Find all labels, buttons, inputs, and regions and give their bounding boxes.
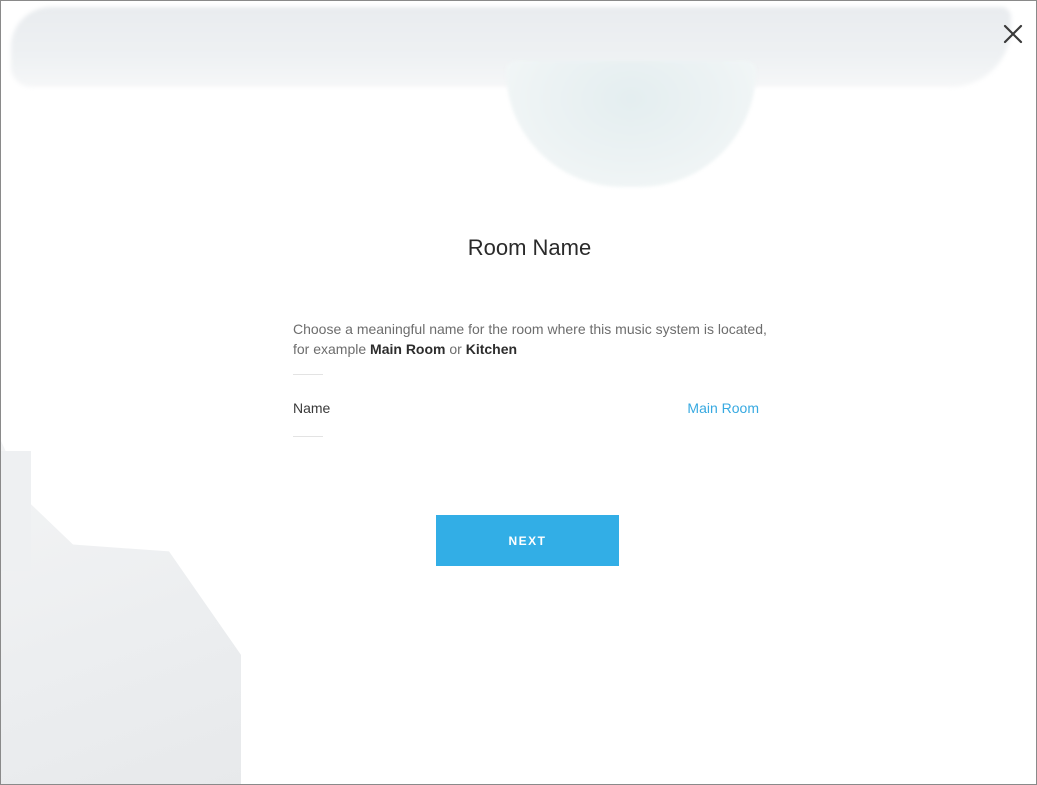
room-name-field[interactable]: Name Main Room <box>293 397 759 419</box>
description-text: Choose a meaningful name for the room wh… <box>293 319 773 359</box>
close-button[interactable] <box>998 19 1028 49</box>
divider-bottom <box>293 436 323 437</box>
background-shape-drip <box>506 61 756 187</box>
room-name-value[interactable]: Main Room <box>687 400 759 416</box>
background-shape-left <box>1 441 241 784</box>
description-example-main-room: Main Room <box>370 341 446 357</box>
description-prefix: Choose a meaningful name for the room wh… <box>293 321 767 357</box>
next-button[interactable]: NEXT <box>436 515 619 566</box>
description-example-kitchen: Kitchen <box>465 341 518 357</box>
page-title: Room Name <box>467 235 592 260</box>
description-joiner: or <box>445 341 466 357</box>
close-icon <box>1002 23 1024 45</box>
room-name-label: Name <box>293 400 331 416</box>
divider-top <box>293 374 323 375</box>
background-shape-left-edge <box>1 451 31 571</box>
room-name-dialog: Room Name Choose a meaningful name for t… <box>0 0 1037 785</box>
